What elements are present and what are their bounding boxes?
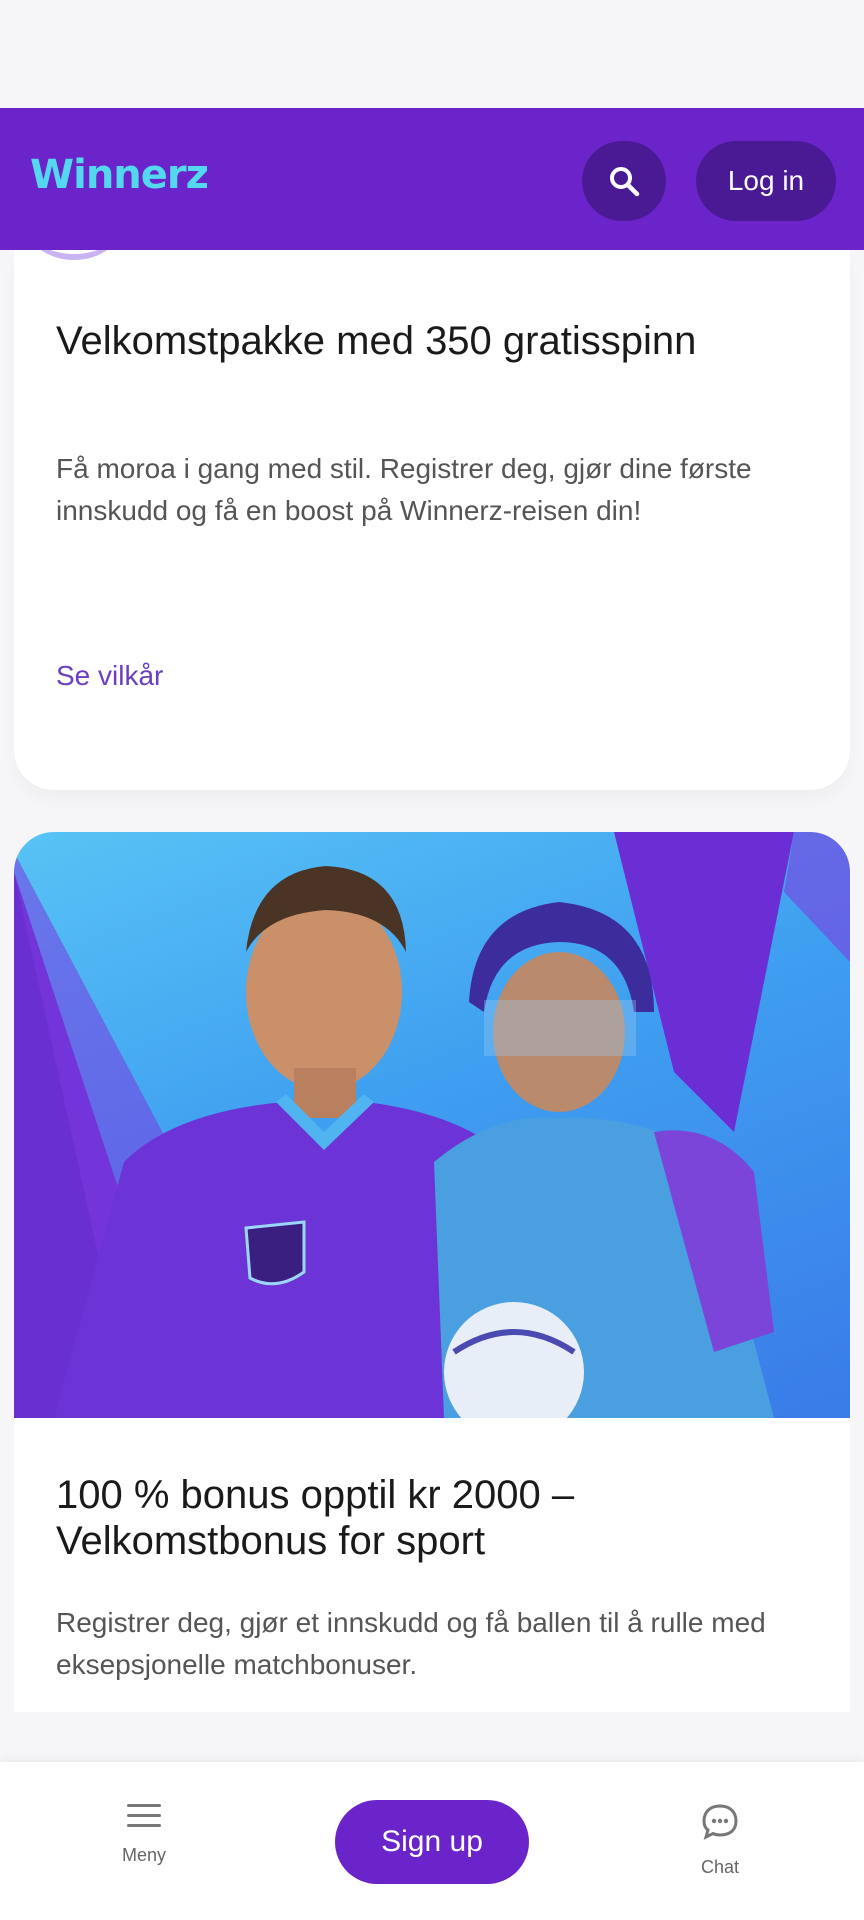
promo-card-welcome-package[interactable]: Velkomstpakke med 350 gratisspinn Få mor… — [14, 250, 850, 790]
bottom-navigation: Meny Sign up Chat — [0, 1762, 864, 1920]
promo-card-sport-bonus[interactable]: 100 % bonus opptil kr 2000 – Velkomstbon… — [14, 832, 850, 1712]
status-area — [0, 0, 864, 108]
promo-title: 100 % bonus opptil kr 2000 – Velkomstbon… — [56, 1473, 575, 1563]
terms-link[interactable]: Se vilkår — [56, 660, 163, 692]
signup-button[interactable]: Sign up — [335, 1800, 529, 1884]
menu-button[interactable]: Meny — [84, 1802, 204, 1866]
card-decoration — [24, 250, 124, 260]
promo-title: Velkomstpakke med 350 gratisspinn — [56, 319, 697, 363]
chat-button[interactable]: Chat — [660, 1802, 780, 1878]
promo-hero-image — [14, 832, 850, 1418]
winnerz-logo[interactable]: Winnerz — [30, 152, 209, 198]
search-button[interactable] — [582, 141, 666, 221]
chat-label: Chat — [700, 1857, 740, 1877]
login-button[interactable]: Log in — [696, 141, 836, 221]
promo-description: Registrer deg, gjør et innskudd og få ba… — [56, 1607, 766, 1680]
search-icon — [610, 167, 640, 197]
app-header: Winnerz Log in — [0, 108, 864, 250]
promo-description: Få moroa i gang med stil. Registrer deg,… — [56, 453, 752, 526]
menu-label: Meny — [121, 1845, 166, 1865]
chat-bubble-icon — [702, 1804, 738, 1840]
hamburger-menu-icon — [127, 1804, 161, 1827]
